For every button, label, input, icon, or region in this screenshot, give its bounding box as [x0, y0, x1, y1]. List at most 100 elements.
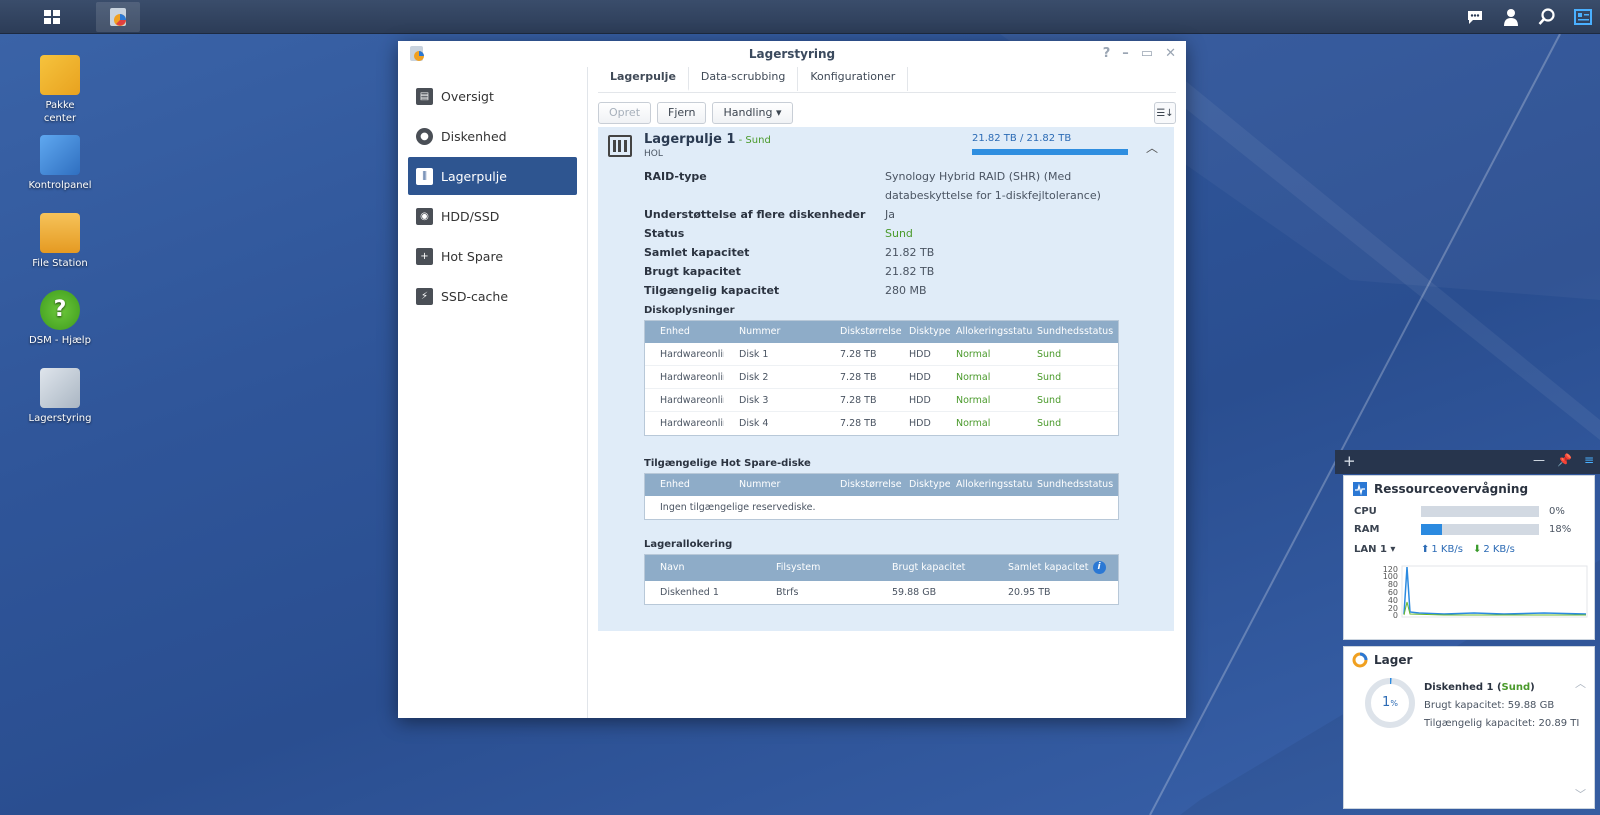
sidebar-item-label: Hot Spare: [441, 248, 504, 264]
col-header[interactable]: Navn: [645, 555, 761, 581]
grid-icon: [44, 10, 60, 24]
desktop-icon-control-panel[interactable]: Kontrolpanel: [15, 135, 105, 192]
col-header[interactable]: Allokeringsstatus: [950, 474, 1032, 496]
table-row[interactable]: Hardwareonline Disk 2 7.28 TB HDD Normal…: [645, 366, 1118, 389]
col-header[interactable]: Diskstørrelse: [825, 474, 903, 496]
taskbar: [0, 0, 1600, 34]
cpu-bar: [1421, 505, 1539, 517]
remove-button[interactable]: Fjern: [657, 102, 707, 124]
main-content: Lagerpulje Data-scrubbing Konfiguratione…: [598, 67, 1176, 718]
disk-info-title: Diskoplysninger: [644, 305, 735, 316]
add-widget-button[interactable]: +: [1343, 452, 1356, 470]
lan-download: 2 KB/s: [1483, 543, 1515, 555]
pool-name: Lagerpulje 1 - Sund: [644, 132, 771, 147]
widgets-button[interactable]: [1572, 6, 1594, 28]
prop-available-capacity: Tilgængelig kapacitet 280 MB: [644, 281, 1154, 300]
sort-icon: ☰↓: [1156, 107, 1174, 119]
chevron-down-icon[interactable]: ﹀: [1575, 786, 1586, 802]
cpu-label: CPU: [1354, 505, 1377, 517]
pin-icon[interactable]: 📌: [1557, 453, 1572, 467]
storage-ring-icon: [1352, 652, 1368, 668]
cell: Sund: [1037, 349, 1062, 360]
maximize-button[interactable]: ▭: [1141, 41, 1153, 67]
user-button[interactable]: [1500, 6, 1522, 28]
user-icon: [1504, 9, 1518, 26]
col-header[interactable]: Allokeringsstatus: [950, 321, 1032, 343]
prop-key: Brugt kapacitet: [644, 265, 741, 278]
desktop-icon-help[interactable]: ? DSM - Hjælp: [15, 290, 105, 347]
prop-value-line: databeskyttelse for 1-diskfejltolerance): [885, 189, 1101, 202]
desktop-icon-file-station[interactable]: File Station: [15, 213, 105, 270]
lan-row: LAN 1 ▾ ⬆ 1 KB/s ⬇ 2 KB/s: [1344, 538, 1594, 560]
desktop-icon-label: Lagerstyring: [28, 413, 92, 424]
taskbar-storage-manager-button[interactable]: [96, 2, 140, 32]
action-dropdown[interactable]: Handling ▾: [712, 102, 793, 124]
col-header[interactable]: Nummer: [724, 474, 825, 496]
sort-button[interactable]: ☰↓: [1154, 102, 1176, 124]
col-header[interactable]: Enhed: [645, 474, 724, 496]
tab-data-scrubbing[interactable]: Data-scrubbing: [689, 67, 799, 91]
search-button[interactable]: [1536, 6, 1558, 28]
lan-selector[interactable]: LAN 1 ▾: [1354, 544, 1421, 555]
desktop-icon-package-center[interactable]: Pakke center: [15, 55, 105, 125]
col-header[interactable]: Sundhedsstatus: [1032, 474, 1118, 496]
table-row[interactable]: Hardwareonline Disk 4 7.28 TB HDD Normal…: [645, 412, 1118, 435]
storage-percent-unit: %: [1390, 699, 1398, 708]
help-button[interactable]: ?: [1103, 41, 1111, 67]
cell: HDD: [909, 418, 931, 429]
cell: HDD: [909, 372, 931, 383]
col-header[interactable]: Disktype: [903, 474, 950, 496]
prop-value: Synology Hybrid RAID (SHR) (Med databesky…: [885, 167, 1101, 205]
cell: Hardwareonline: [660, 372, 724, 383]
cell: 7.28 TB: [840, 372, 877, 383]
tab-storage-pool[interactable]: Lagerpulje: [598, 67, 689, 91]
chevron-up-icon[interactable]: ︿: [1575, 675, 1586, 691]
sidebar-item-label: Oversigt: [441, 88, 494, 104]
prop-value-line: Synology Hybrid RAID (SHR) (Med: [885, 170, 1072, 183]
col-header[interactable]: Enhed: [645, 321, 724, 343]
table-row[interactable]: Diskenhed 1 Btrfs 59.88 GB 20.95 TB: [645, 581, 1118, 604]
sidebar-item-volume[interactable]: ● Diskenhed: [408, 117, 577, 155]
prop-value: Ja: [885, 208, 895, 221]
col-header[interactable]: Filsystem: [761, 555, 877, 581]
cell: Hardwareonline: [660, 395, 724, 406]
table-row[interactable]: Hardwareonline Disk 1 7.28 TB HDD Normal…: [645, 343, 1118, 366]
notifications-button[interactable]: [1464, 6, 1486, 28]
table-row[interactable]: Hardwareonline Disk 3 7.28 TB HDD Normal…: [645, 389, 1118, 412]
cell: Disk 4: [739, 418, 769, 429]
prop-value: 21.82 TB: [885, 265, 935, 278]
control-panel-icon: [40, 135, 80, 175]
sidebar-item-ssd-cache[interactable]: ⚡ SSD-cache: [408, 277, 577, 315]
minimize-button[interactable]: –: [1122, 41, 1129, 67]
col-header[interactable]: Brugt kapacitet: [877, 555, 993, 581]
cell: Normal: [956, 418, 991, 429]
allocation-table: Navn Filsystem Brugt kapacitet Samlet ka…: [644, 554, 1119, 605]
sidebar-item-label: SSD-cache: [441, 288, 509, 304]
create-button[interactable]: Opret: [598, 102, 652, 124]
sidebar-item-hot-spare[interactable]: + Hot Spare: [408, 237, 577, 275]
minimize-widgets-button[interactable]: —: [1533, 453, 1545, 467]
cell: 7.28 TB: [840, 395, 877, 406]
collapse-chevron-icon[interactable]: ︿: [1146, 139, 1158, 156]
close-button[interactable]: ✕: [1165, 41, 1176, 67]
sidebar-item-storage-pool[interactable]: ⫼ Lagerpulje: [408, 157, 577, 195]
sidebar-item-overview[interactable]: ▤ Oversigt: [408, 77, 577, 115]
widget-menu-icon[interactable]: ≡: [1584, 453, 1594, 467]
col-header[interactable]: Sundhedsstatus: [1032, 321, 1118, 343]
col-header-total[interactable]: Samlet kapacitet i: [993, 555, 1118, 581]
col-header[interactable]: Diskstørrelse: [825, 321, 903, 343]
col-header[interactable]: Nummer: [724, 321, 825, 343]
empty-row: Ingen tilgængelige reservediske.: [645, 496, 1118, 519]
sidebar-item-hdd-ssd[interactable]: ◉ HDD/SSD: [408, 197, 577, 235]
chart-tick: 0: [1393, 611, 1398, 620]
info-icon[interactable]: i: [1092, 561, 1106, 574]
tab-configurations[interactable]: Konfigurationer: [798, 67, 909, 91]
cell: 20.95 TB: [1008, 587, 1051, 598]
storage-widget-title: Lager: [1344, 647, 1594, 673]
window-titlebar[interactable]: Lagerstyring ? – ▭ ✕: [398, 41, 1186, 67]
pool-header[interactable]: Lagerpulje 1 - Sund HOL 21.82 TB / 21.82…: [598, 127, 1174, 165]
desktop-icon-storage-manager[interactable]: Lagerstyring: [15, 368, 105, 425]
network-chart: 120 100 80 60 40 20 0: [1383, 565, 1588, 620]
main-menu-button[interactable]: [30, 2, 74, 32]
col-header[interactable]: Disktype: [903, 321, 950, 343]
